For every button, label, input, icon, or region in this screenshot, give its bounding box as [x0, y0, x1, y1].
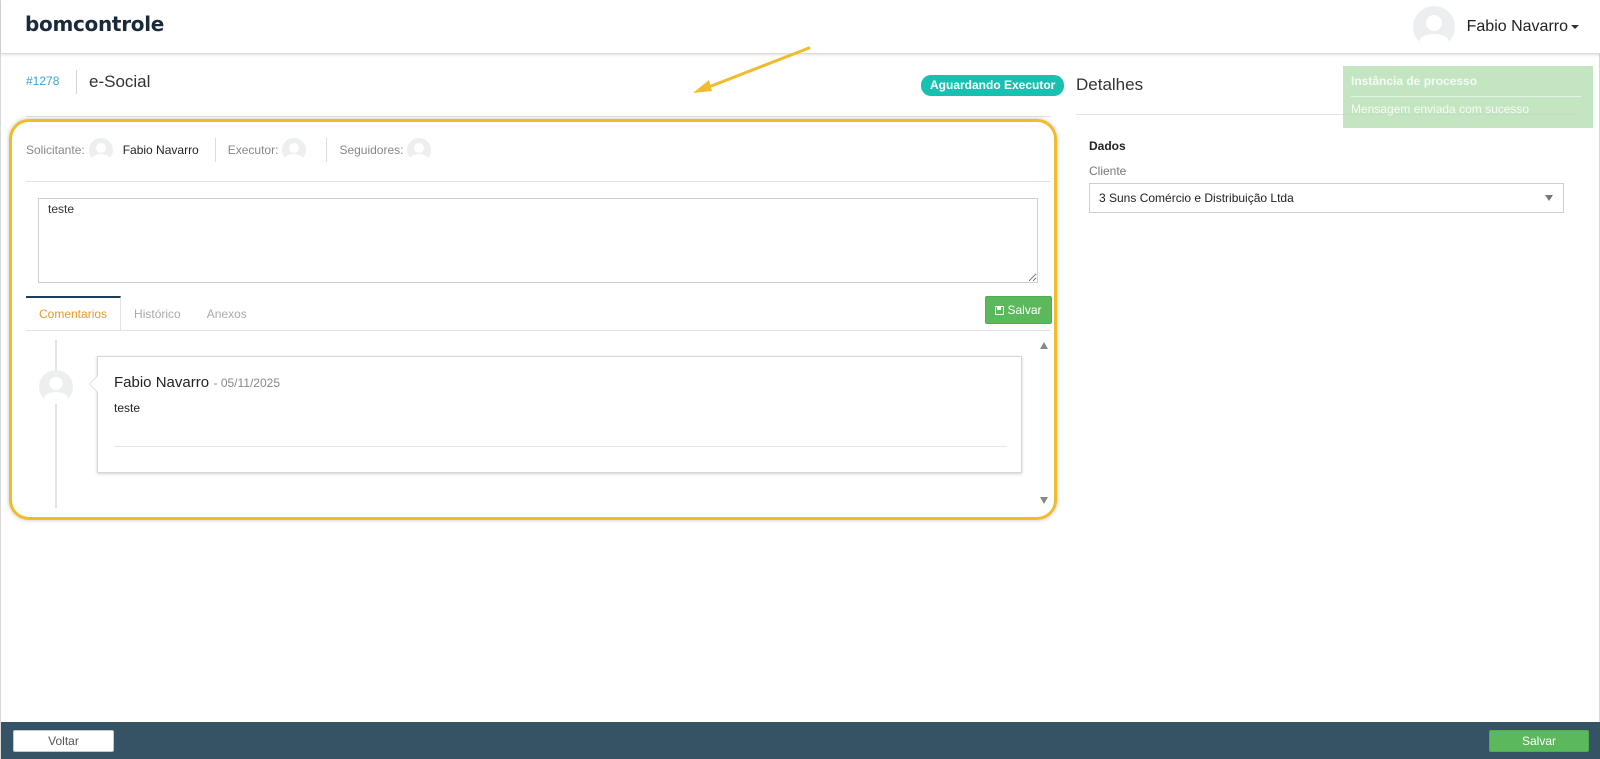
requester-group: Solicitante: Fabio Navarro	[26, 138, 203, 162]
executor-label: Executor:	[227, 143, 279, 157]
comment-textarea[interactable]: teste	[38, 198, 1038, 283]
divider	[114, 446, 1007, 447]
toast-message: Mensagem enviada com sucesso	[1351, 102, 1530, 116]
followers-avatar-icon[interactable]	[407, 138, 432, 162]
tab-historico[interactable]: Histórico	[121, 296, 194, 331]
tab-comentarios[interactable]: Comentarios	[26, 296, 122, 331]
section-dados-label: Dados	[1089, 139, 1126, 153]
tab-anexos[interactable]: Anexos	[194, 296, 260, 331]
client-label: Cliente	[1089, 164, 1127, 178]
followers-label: Seguidores:	[339, 143, 404, 157]
user-avatar-icon	[1412, 6, 1455, 48]
dropdown-arrow-icon	[1545, 195, 1553, 201]
comment-author-avatar-icon	[39, 370, 73, 404]
save-comment-button[interactable]: Salvar	[985, 296, 1052, 324]
toast-title: Instância de processo	[1351, 74, 1478, 88]
comment-text: teste	[114, 401, 141, 415]
followers-group: Seguidores:	[339, 138, 432, 162]
divider	[1351, 96, 1581, 97]
comment-header: Fabio Navarro - 05/11/2025	[114, 374, 280, 392]
requester-label: Solicitante:	[26, 143, 85, 157]
save-comment-label: Salvar	[1007, 303, 1042, 317]
executor-group: Executor:	[228, 138, 307, 162]
success-toast[interactable]: Instância de processo Mensagem enviada c…	[1343, 66, 1593, 128]
comment-card: Fabio Navarro - 05/11/2025 teste	[89, 356, 1022, 473]
divider	[26, 181, 1051, 182]
footer-bar: Voltar Salvar	[1, 722, 1600, 759]
status-badge: Aguardando Executor	[921, 75, 1065, 96]
client-select-value: 3 Suns Comércio e Distribuição Ltda	[1099, 191, 1294, 205]
tab-bar: Comentarios Histórico Anexos	[26, 296, 260, 331]
divider	[76, 70, 77, 94]
client-select[interactable]: 3 Suns Comércio e Distribuição Ltda	[1089, 183, 1564, 213]
divider	[214, 138, 216, 162]
scroll-down-arrow-icon[interactable]	[1040, 497, 1048, 504]
timeline-line	[55, 340, 57, 508]
user-menu[interactable]: Fabio Navarro	[1412, 6, 1579, 48]
comment-author: Fabio Navarro	[114, 374, 210, 391]
top-bar: bomcontrole Fabio Navarro	[1, 0, 1600, 54]
details-title: Detalhes	[1076, 75, 1144, 94]
divider	[26, 330, 1051, 331]
user-name: Fabio Navarro	[1467, 18, 1579, 36]
task-title: e-Social	[89, 72, 151, 91]
floppy-disk-icon	[995, 305, 1005, 315]
divider	[26, 116, 1051, 117]
executor-avatar-icon[interactable]	[282, 138, 307, 162]
page: bomcontrole Fabio Navarro #1278 e-Social…	[0, 0, 1600, 759]
divider	[326, 138, 328, 162]
caret-down-icon	[1571, 24, 1579, 29]
back-button[interactable]: Voltar	[13, 730, 114, 752]
requester-name: Fabio Navarro	[122, 143, 199, 157]
task-id: #1278	[26, 74, 60, 88]
people-row: Solicitante: Fabio Navarro Executor: Seg…	[26, 136, 432, 164]
requester-avatar-icon[interactable]	[88, 138, 113, 162]
app-logo[interactable]: bomcontrole	[25, 12, 164, 36]
save-button[interactable]: Salvar	[1489, 730, 1589, 752]
scroll-up-arrow-icon[interactable]	[1040, 342, 1048, 349]
comment-date: - 05/11/2025	[213, 376, 281, 390]
